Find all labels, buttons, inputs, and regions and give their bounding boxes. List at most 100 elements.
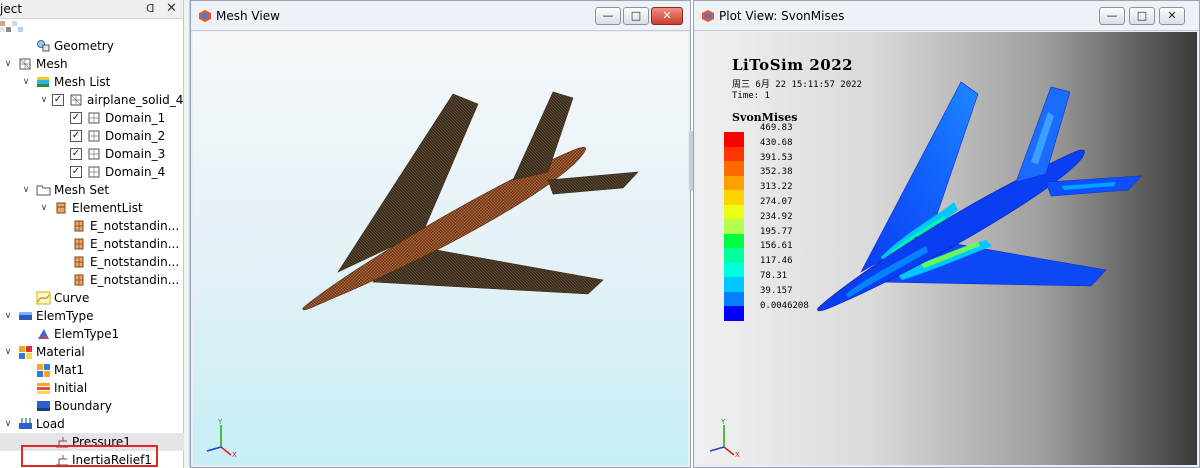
- tree-item[interactable]: ✓ Domain_3: [0, 145, 184, 163]
- part-icon: [69, 93, 84, 107]
- elemtype-icon: [18, 309, 33, 323]
- tree-item-label: Pressure1: [72, 435, 131, 449]
- element-set-icon: [72, 219, 87, 233]
- tree-item[interactable]: E_notstandin...: [0, 253, 184, 271]
- tree-item[interactable]: ✓ Domain_4: [0, 163, 184, 181]
- tree-item-label: Geometry: [54, 39, 114, 53]
- tree-checkbox[interactable]: ✓: [70, 112, 82, 124]
- mesh-icon: [18, 57, 33, 71]
- boundary-icon: [36, 399, 51, 413]
- tree-item[interactable]: Boundary: [0, 397, 184, 415]
- tree-item-label: Mesh List: [54, 75, 111, 89]
- tree-item-label: E_notstandin...: [90, 237, 180, 251]
- axis-y-label: Y: [217, 418, 223, 426]
- material-item-icon: [36, 363, 51, 377]
- tree-item[interactable]: Curve: [0, 289, 184, 307]
- mesh-list-icon: [36, 75, 51, 89]
- tree-item[interactable]: Mat1: [0, 361, 184, 379]
- tree-item[interactable]: ✓ Domain_2: [0, 127, 184, 145]
- tree-item-label: Mesh Set: [54, 183, 110, 197]
- tree-item[interactable]: ∨ Mesh Set: [0, 181, 184, 199]
- chevron-down-icon[interactable]: ∨: [2, 55, 14, 73]
- chevron-down-icon[interactable]: ∨: [38, 199, 50, 217]
- tree-item-label: Domain_4: [105, 165, 166, 179]
- domain-icon: [87, 147, 102, 161]
- minimize-button[interactable]: —: [1099, 7, 1125, 25]
- tree-item-label: airplane_solid_4: [87, 93, 184, 107]
- chevron-down-icon[interactable]: ∨: [2, 307, 14, 325]
- element-set-icon: [72, 237, 87, 251]
- minimize-button[interactable]: —: [595, 7, 621, 25]
- tree-item[interactable]: Pressure1: [0, 433, 184, 451]
- material-icon: [18, 345, 33, 359]
- curve-icon: [36, 291, 51, 305]
- maximize-button[interactable]: □: [1129, 7, 1155, 25]
- tree-item-label: Mesh: [36, 57, 68, 71]
- tree-item[interactable]: ∨ Load: [0, 415, 184, 433]
- project-panel-header: ject ᗡ ✕: [0, 0, 183, 19]
- axis-triad: Y X: [704, 417, 744, 459]
- pin-icon[interactable]: ᗡ: [146, 1, 154, 17]
- axis-triad: Y X: [201, 417, 241, 459]
- mesh-view-title: Mesh View: [216, 9, 280, 23]
- plot-view-titlebar[interactable]: Plot View: SvonMises — □ ✕: [694, 1, 1199, 31]
- close-icon[interactable]: ✕: [166, 0, 177, 17]
- tree-item[interactable]: ElemType1: [0, 325, 184, 343]
- tree-item-label: Mat1: [54, 363, 85, 377]
- tree-item-label: ElemType: [36, 309, 94, 323]
- tree-item[interactable]: ∨ Mesh List: [0, 73, 184, 91]
- domain-icon: [87, 165, 102, 179]
- tree-item[interactable]: ∨ ElementList: [0, 199, 184, 217]
- tree-item-label: Load: [36, 417, 65, 431]
- tree-item[interactable]: E_notstandin...: [0, 217, 184, 235]
- tree-checkbox[interactable]: ✓: [70, 166, 82, 178]
- airplane-mesh: [302, 91, 639, 311]
- chevron-down-icon[interactable]: ∨: [20, 73, 32, 91]
- tree-item-label: E_notstandin...: [90, 255, 180, 269]
- axis-triad-icon: Y X: [709, 418, 740, 459]
- tree-item-label: E_notstandin...: [90, 219, 180, 233]
- mesh-view-titlebar[interactable]: Mesh View — □ ✕: [191, 1, 690, 31]
- tree-item[interactable]: E_notstandin...: [0, 271, 184, 289]
- tree-item-label: Domain_3: [105, 147, 166, 161]
- tree-item[interactable]: InertiaRelief1: [0, 451, 184, 468]
- axis-triad-icon: Y X: [206, 418, 237, 459]
- folder-icon: [36, 183, 51, 197]
- tree-checkbox[interactable]: ✓: [52, 94, 64, 106]
- tree-item[interactable]: Geometry: [0, 37, 184, 55]
- tree-item-label: Domain_2: [105, 129, 166, 143]
- tree-item[interactable]: Initial: [0, 379, 184, 397]
- tree-item-label: ElemType1: [54, 327, 120, 341]
- maximize-button[interactable]: □: [623, 7, 649, 25]
- tree-item-label: Boundary: [54, 399, 112, 413]
- close-button[interactable]: ✕: [651, 7, 683, 25]
- domain-icon: [87, 129, 102, 143]
- elemtype-item-icon: [36, 327, 51, 341]
- tree-checkbox[interactable]: ✓: [70, 148, 82, 160]
- tree-item[interactable]: ∨ ✓ airplane_solid_4: [0, 91, 184, 109]
- tree-item-label: InertiaRelief1: [72, 453, 152, 467]
- element-set-icon: [72, 255, 87, 269]
- tree-item-label: Domain_1: [105, 111, 166, 125]
- tree-item[interactable]: ∨ Material: [0, 343, 184, 361]
- plot-view-title: Plot View: SvonMises: [719, 9, 845, 23]
- close-button[interactable]: ✕: [1159, 7, 1185, 25]
- chevron-down-icon[interactable]: ∨: [38, 91, 50, 109]
- app-logo-icon: [199, 10, 211, 22]
- tree-checkbox[interactable]: ✓: [70, 130, 82, 142]
- element-set-icon: [72, 273, 87, 287]
- tree-item[interactable]: E_notstandin...: [0, 235, 184, 253]
- chevron-down-icon[interactable]: ∨: [20, 181, 32, 199]
- mesh-viewport[interactable]: Y X: [193, 32, 688, 465]
- chevron-down-icon[interactable]: ∨: [2, 343, 14, 361]
- tree-item[interactable]: ∨ Mesh: [0, 55, 184, 73]
- tree-item[interactable]: ✓ Domain_1: [0, 109, 184, 127]
- app-logo-icon: [702, 10, 714, 22]
- tree-item[interactable]: ∨ ElemType: [0, 307, 184, 325]
- plot-viewport[interactable]: LiToSim 2022 周三 6月 22 15:11:57 2022 Time…: [696, 32, 1197, 465]
- chevron-down-icon[interactable]: ∨: [2, 415, 14, 433]
- project-root-icon: [0, 21, 28, 35]
- initial-icon: [36, 381, 51, 395]
- geometry-icon: [36, 39, 51, 53]
- load-item-icon: [54, 435, 69, 449]
